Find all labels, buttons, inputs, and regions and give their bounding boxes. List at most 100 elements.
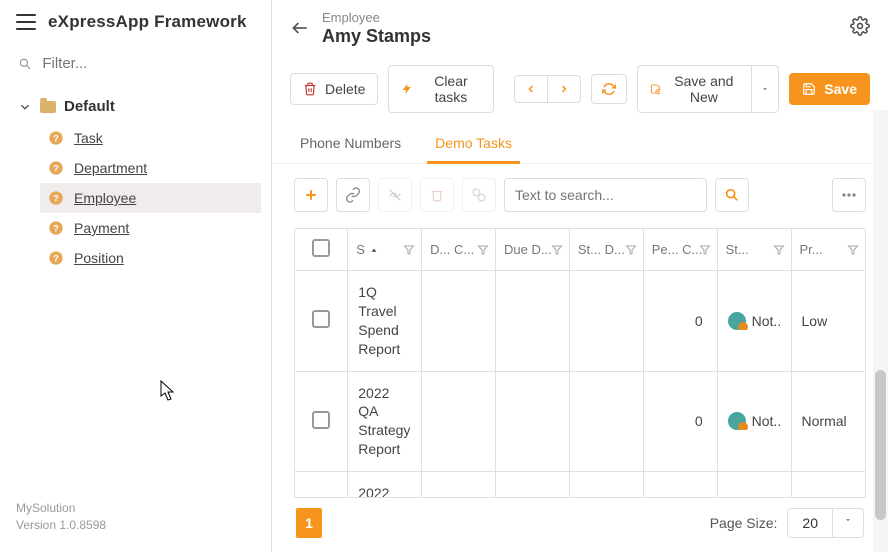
add-row-button[interactable]: [294, 178, 328, 212]
svg-text:?: ?: [53, 223, 59, 233]
clear-tasks-button[interactable]: Clear tasks: [388, 65, 493, 113]
save-and-new-button[interactable]: Save and New: [637, 65, 753, 113]
delete-button[interactable]: Delete: [290, 73, 378, 105]
table-row[interactable]: 2022 QA Strategy Report 0 Not... Normal: [295, 371, 865, 472]
settings-button[interactable]: [850, 16, 870, 36]
refresh-icon: [602, 82, 616, 96]
col-subject[interactable]: S: [348, 229, 422, 271]
search-icon: [724, 187, 740, 203]
table-row[interactable]: 2022 Training Events 0 Not... Normal: [295, 472, 865, 498]
filter-icon[interactable]: [625, 244, 637, 256]
page-size-label: Page Size:: [710, 515, 778, 531]
unlink-row-button[interactable]: [378, 178, 412, 212]
row-status: Not...: [717, 371, 791, 472]
sidebar: eXpressApp Framework Default ? Task ? De…: [0, 0, 272, 552]
sidebar-filter-input[interactable]: [42, 55, 253, 72]
filter-icon[interactable]: [477, 244, 489, 256]
status-badge-icon: [728, 412, 746, 430]
table-row[interactable]: 1Q Travel Spend Report 0 Not... Low: [295, 271, 865, 372]
next-record-button[interactable]: [548, 75, 581, 103]
brand-title: eXpressApp Framework: [48, 12, 247, 32]
save-and-new-label: Save and New: [668, 73, 739, 105]
nav-item-task[interactable]: ? Task: [40, 123, 261, 153]
save-and-new-dropdown[interactable]: [752, 65, 779, 113]
nav-item-position[interactable]: ? Position: [40, 243, 261, 273]
refresh-button[interactable]: [591, 74, 627, 104]
refresh-row-button[interactable]: [462, 178, 496, 212]
col-percent[interactable]: Pe... C...: [643, 229, 717, 271]
nav-item-payment[interactable]: ? Payment: [40, 213, 261, 243]
breadcrumb: Employee: [322, 10, 431, 25]
delete-row-button[interactable]: [420, 178, 454, 212]
link-row-button[interactable]: [336, 178, 370, 212]
scrollbar-thumb[interactable]: [875, 370, 886, 520]
tab-demo-tasks[interactable]: Demo Tasks: [433, 125, 514, 163]
row-checkbox[interactable]: [295, 371, 348, 472]
caret-down-icon: [760, 84, 770, 94]
tree-root[interactable]: Default: [10, 90, 261, 123]
save-button[interactable]: Save: [789, 73, 870, 105]
refresh-rows-icon: [471, 187, 487, 203]
grid-search-button[interactable]: [715, 178, 749, 212]
col-date-completed[interactable]: D... C...: [422, 229, 496, 271]
grid-search-input[interactable]: [504, 178, 707, 212]
page-size-dropdown[interactable]: [832, 509, 863, 537]
sidebar-footer: MySolution Version 1.0.8598: [0, 490, 271, 552]
question-icon: ?: [48, 250, 64, 266]
tab-phone-numbers[interactable]: Phone Numbers: [298, 125, 403, 163]
question-icon: ?: [48, 130, 64, 146]
nav-item-employee[interactable]: ? Employee: [40, 183, 261, 213]
col-select-all[interactable]: [295, 229, 348, 271]
row-start-date: [569, 271, 643, 372]
grid-body: 1Q Travel Spend Report 0 Not... Low 2022…: [295, 271, 865, 499]
row-percent: 0: [643, 371, 717, 472]
row-due-date: [496, 371, 570, 472]
row-priority: Normal: [791, 472, 865, 498]
chevron-down-icon: [18, 100, 32, 114]
filter-icon[interactable]: [773, 244, 785, 256]
nav-item-department[interactable]: ? Department: [40, 153, 261, 183]
col-due-date[interactable]: Due D...: [496, 229, 570, 271]
back-button[interactable]: [286, 14, 314, 42]
row-status: Not...: [717, 271, 791, 372]
nav-label: Employee: [74, 190, 136, 206]
row-priority: Normal: [791, 371, 865, 472]
vertical-scrollbar[interactable]: [873, 110, 888, 552]
tree-children: ? Task ? Department ? Employee ? Payment…: [10, 123, 261, 273]
row-due-date: [496, 271, 570, 372]
row-status: Not...: [717, 472, 791, 498]
link-icon: [345, 187, 361, 203]
col-status[interactable]: St...: [717, 229, 791, 271]
svg-text:?: ?: [53, 253, 59, 263]
detail-tabs: Phone Numbers Demo Tasks: [272, 125, 888, 164]
title-texts: Employee Amy Stamps: [322, 10, 431, 47]
folder-icon: [40, 101, 56, 113]
prev-record-button[interactable]: [514, 75, 548, 103]
row-due-date: [496, 472, 570, 498]
col-priority[interactable]: Pr...: [791, 229, 865, 271]
page-size-select[interactable]: 20: [787, 508, 864, 538]
col-start-date[interactable]: St... D...: [569, 229, 643, 271]
checkbox-icon[interactable]: [312, 239, 330, 257]
question-icon: ?: [48, 160, 64, 176]
filter-icon[interactable]: [699, 244, 711, 256]
footer-solution: MySolution: [16, 500, 255, 517]
filter-icon[interactable]: [403, 244, 415, 256]
row-subject: 2022 Training Events: [348, 472, 422, 498]
trash-icon: [303, 82, 317, 96]
svg-text:?: ?: [53, 133, 59, 143]
grid-toolbar: [272, 164, 888, 222]
save-new-icon: [650, 82, 661, 96]
grid: S D... C... Due D... St... D... Pe... C.…: [294, 228, 866, 498]
row-start-date: [569, 371, 643, 472]
dots-icon: [839, 185, 859, 205]
page-1-button[interactable]: 1: [296, 508, 322, 538]
row-checkbox[interactable]: [295, 472, 348, 498]
search-icon: [18, 56, 32, 72]
row-checkbox[interactable]: [295, 271, 348, 372]
grid-more-button[interactable]: [832, 178, 866, 212]
filter-icon[interactable]: [847, 244, 859, 256]
filter-icon[interactable]: [551, 244, 563, 256]
row-start-date: [569, 472, 643, 498]
hamburger-icon[interactable]: [16, 14, 36, 30]
